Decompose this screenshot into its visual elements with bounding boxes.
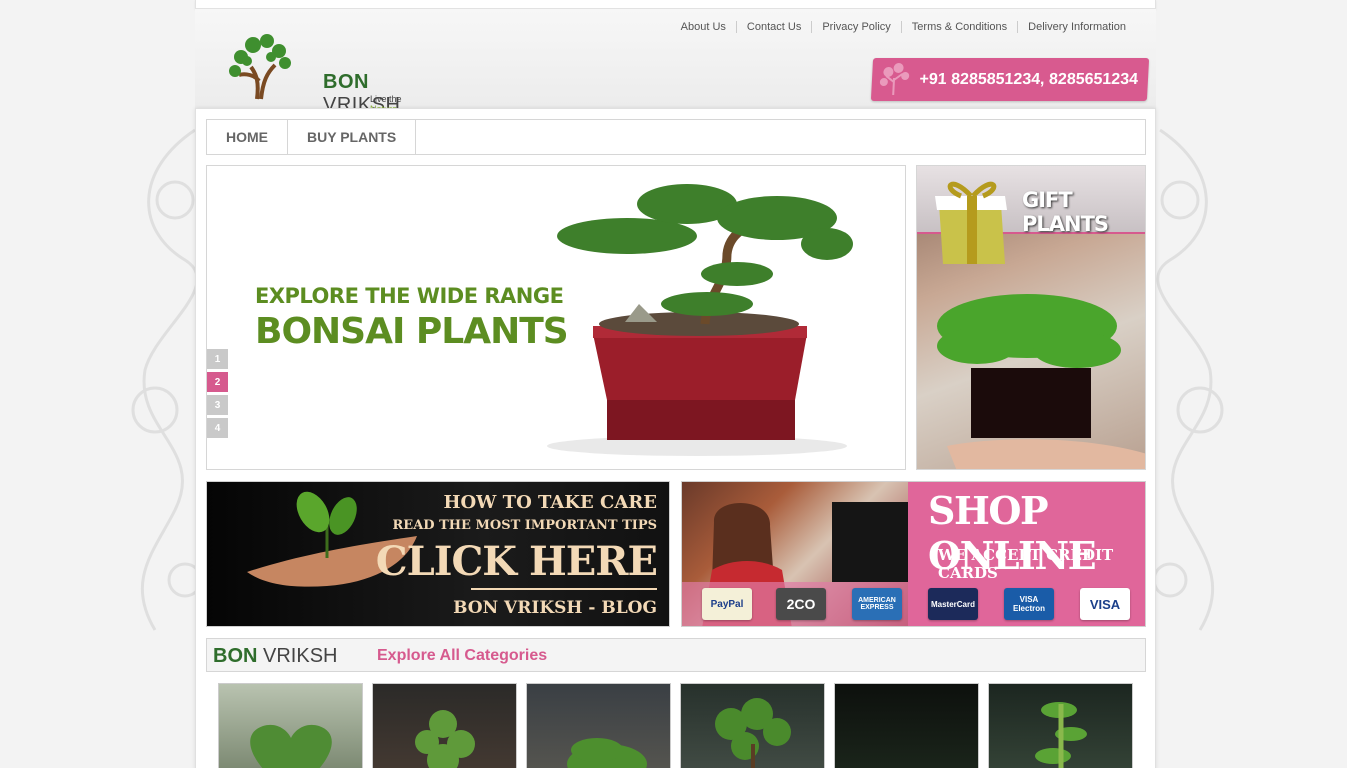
- slider-pagination: 1 2 3 4: [207, 349, 228, 441]
- slide-dot-1[interactable]: 1: [207, 349, 228, 369]
- category-thumb-5[interactable]: [834, 683, 979, 768]
- plant-thumb-image: [567, 738, 647, 768]
- bonsai-thumb-image: [415, 710, 475, 768]
- paypal-logo: PayPal: [702, 588, 752, 620]
- category-thumb-3[interactable]: [526, 683, 671, 768]
- site-logo[interactable]: BON VRIKSH Live the Nature: [227, 31, 427, 116]
- top-strip: [195, 0, 1156, 9]
- visa-logo: VISA: [1080, 588, 1130, 620]
- slide-dot-3[interactable]: 3: [207, 395, 228, 415]
- tree-logo-icon: [229, 34, 291, 100]
- slide-title: BONSAI PLANTS: [255, 311, 569, 352]
- gift-box-icon: [935, 181, 1007, 264]
- main-nav: HOME BUY PLANTS: [206, 119, 1146, 155]
- phone-banner: +91 8285851234, 8285651234: [870, 58, 1150, 101]
- main-content: HOME BUY PLANTS EXPLORE THE WIDE RANGE B…: [195, 108, 1156, 768]
- hero-slider[interactable]: EXPLORE THE WIDE RANGE BONSAI PLANTS 1 2…: [206, 165, 906, 470]
- care-subheading: READ THE MOST IMPORTANT TIPS: [392, 518, 658, 533]
- slide-dot-2[interactable]: 2: [207, 372, 228, 392]
- terms-link[interactable]: Terms & Conditions: [900, 21, 1017, 33]
- gift-plants-banner[interactable]: GIFT PLANTS: [916, 165, 1146, 470]
- category-thumb-1[interactable]: [218, 683, 363, 768]
- succulent-thumb-image: [835, 684, 979, 768]
- care-divider: [471, 588, 657, 590]
- shop-subtitle: WE ACCEPT CREDIT CARDS: [938, 546, 1114, 582]
- category-thumb-2[interactable]: [372, 683, 517, 768]
- category-thumb-4[interactable]: [680, 683, 825, 768]
- amex-logo: AMERICAN EXPRESS: [852, 588, 902, 620]
- mastercard-logo: MasterCard: [928, 588, 978, 620]
- explore-categories-link[interactable]: Explore All Categories: [377, 647, 547, 665]
- categories-brand: BON VRIKSH: [213, 645, 338, 667]
- 2co-logo: 2CO: [776, 588, 826, 620]
- click-here-button[interactable]: CLICK HERE: [376, 538, 658, 585]
- privacy-policy-link[interactable]: Privacy Policy: [811, 21, 900, 33]
- categories-header: BON VRIKSH Explore All Categories: [206, 638, 1146, 672]
- tree-thumb-image: [715, 698, 791, 768]
- contact-us-link[interactable]: Contact Us: [735, 21, 811, 33]
- site-header: About Us Contact Us Privacy Policy Terms…: [195, 9, 1156, 116]
- care-tips-banner[interactable]: HOW TO TAKE CARE READ THE MOST IMPORTANT…: [206, 481, 670, 627]
- visa-electron-logo: VISA Electron: [1004, 588, 1054, 620]
- gift-title: GIFT PLANTS: [1022, 188, 1109, 236]
- bamboo-thumb-image: [1035, 702, 1087, 768]
- about-us-link[interactable]: About Us: [671, 21, 736, 33]
- gift-plant-image: [937, 294, 1145, 469]
- slide-headline: EXPLORE THE WIDE RANGE: [255, 284, 564, 308]
- nav-buy-plants[interactable]: BUY PLANTS: [288, 120, 417, 154]
- delivery-info-link[interactable]: Delivery Information: [1017, 21, 1136, 33]
- slide-dot-4[interactable]: 4: [207, 418, 228, 438]
- blog-label: BON VRIKSH - BLOG: [453, 598, 657, 618]
- nav-home[interactable]: HOME: [207, 120, 288, 154]
- top-links: About Us Contact Us Privacy Policy Terms…: [671, 21, 1136, 33]
- tree-logo-icon: [879, 63, 910, 95]
- category-thumb-6[interactable]: [988, 683, 1133, 768]
- phone-numbers: +91 8285851234, 8285651234: [919, 70, 1139, 88]
- shop-online-banner[interactable]: SHOP ONLINE WE ACCEPT CREDIT CARDS PayPa…: [681, 481, 1146, 627]
- heart-plant-image: [250, 725, 332, 768]
- care-heading: HOW TO TAKE CARE: [443, 492, 658, 513]
- bonsai-image: [547, 184, 853, 456]
